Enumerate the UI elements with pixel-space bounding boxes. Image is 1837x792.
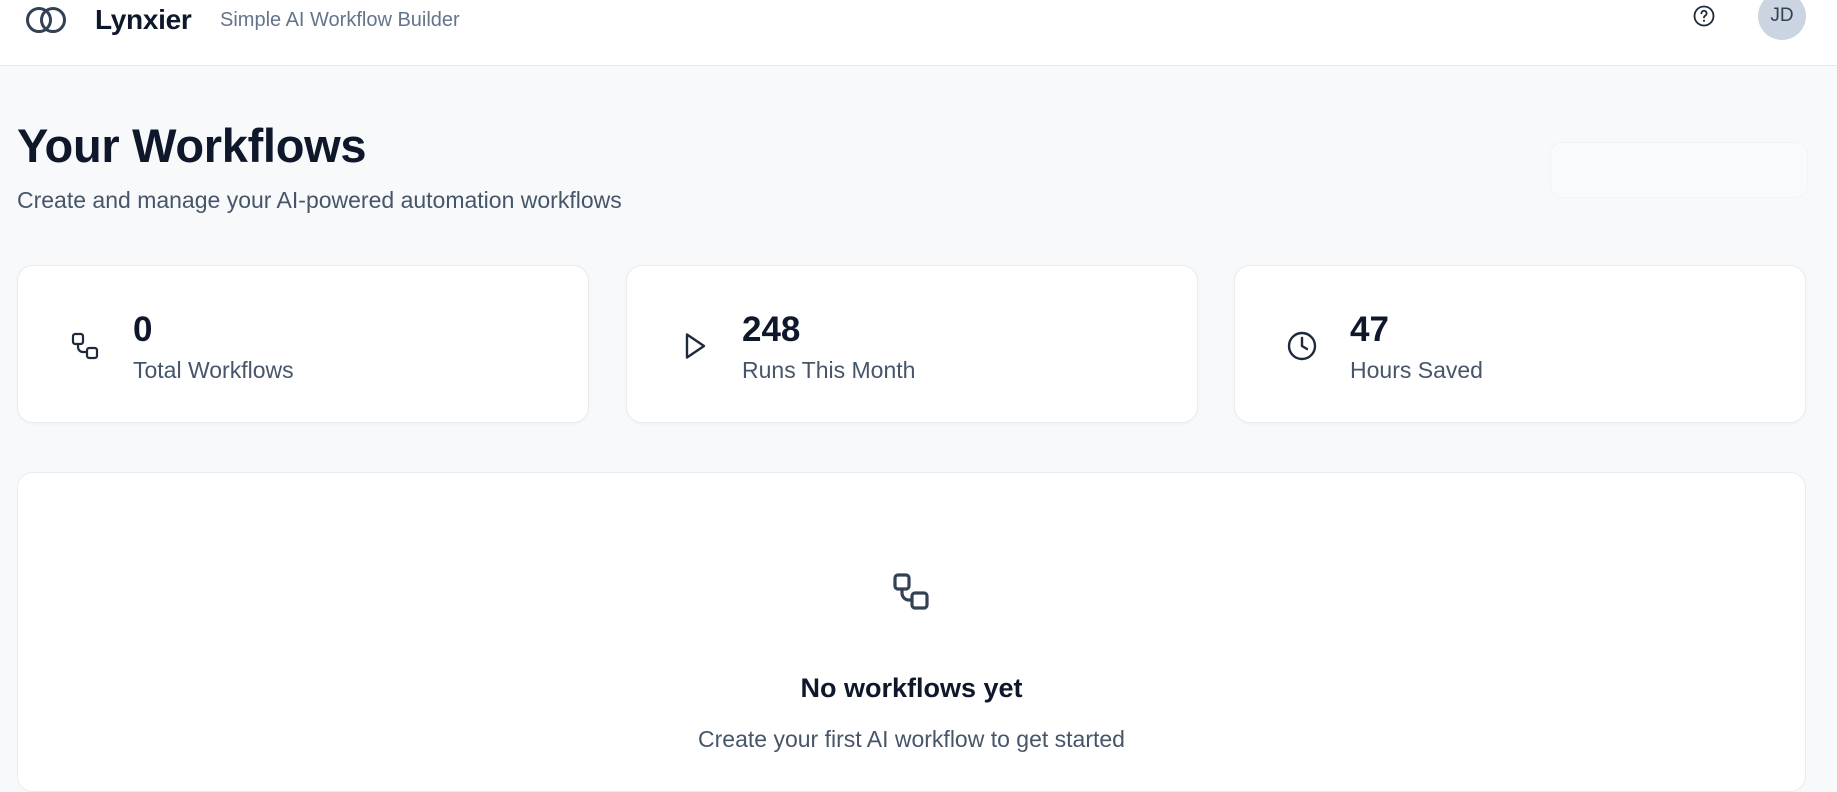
empty-state-panel: No workflows yet Create your first AI wo… [17,472,1806,792]
interlocking-rings-icon[interactable] [24,5,68,35]
top-bar: Lynxier Simple AI Workflow Builder JD [0,0,1837,66]
clock-icon [1285,329,1319,363]
stat-value: 0 [133,310,153,349]
brand-name[interactable]: Lynxier [95,4,192,36]
page-title: Your Workflows [17,119,367,172]
stat-label: Hours Saved [1350,357,1483,383]
play-icon [677,329,711,363]
stat-card-runs-this-month: 248 Runs This Month [626,265,1198,423]
stat-label: Total Workflows [133,357,294,383]
empty-state-text: Create your first AI workflow to get sta… [698,726,1125,752]
brand-tagline: Simple AI Workflow Builder [220,9,460,31]
help-circle-icon [1692,4,1716,33]
stat-card-hours-saved: 47 Hours Saved [1234,265,1806,423]
page-subtitle: Create and manage your AI-powered automa… [17,187,622,213]
stat-card-total-workflows: 0 Total Workflows [17,265,589,423]
workflow-icon [889,571,935,617]
user-avatar[interactable]: JD [1758,0,1806,40]
help-button[interactable] [1690,4,1718,32]
empty-state-title: No workflows yet [800,673,1023,703]
stat-value: 47 [1350,310,1389,349]
stat-label: Runs This Month [742,357,916,383]
avatar-initials: JD [1770,5,1794,26]
stat-value: 248 [742,310,801,349]
create-workflow-button[interactable] [1550,142,1808,198]
workflow-icon [68,329,102,363]
